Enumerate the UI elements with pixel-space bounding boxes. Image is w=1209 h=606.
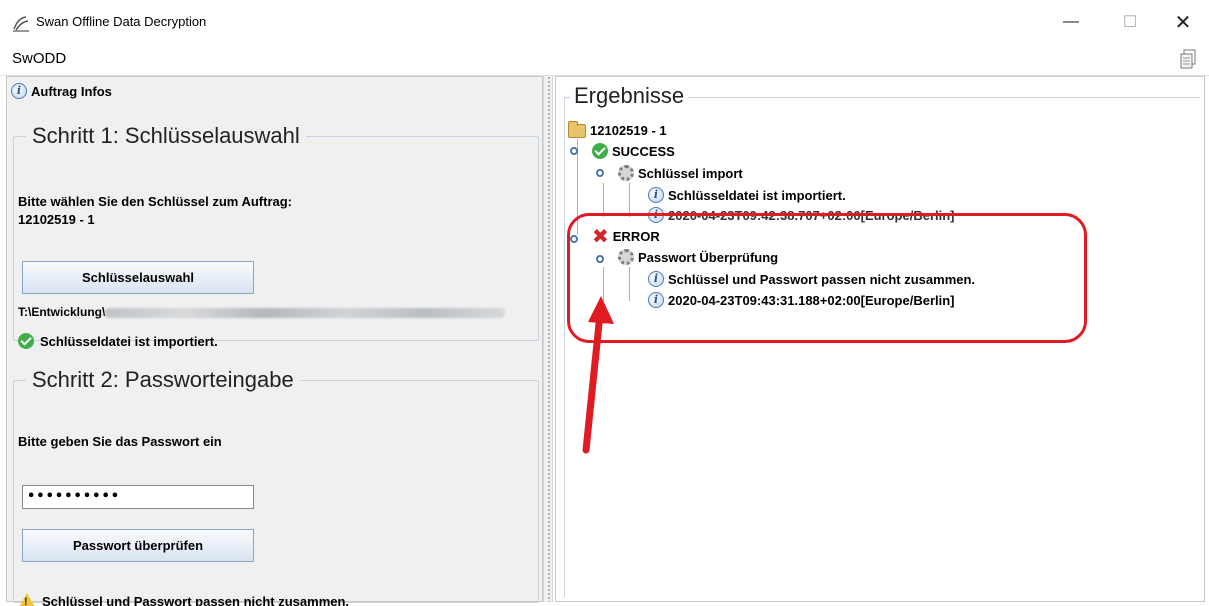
step1-section: Schritt 1: Schlüsselauswahl Bitte wählen… [13,123,539,349]
app-header: SwODD [0,44,1209,76]
gear-icon [618,165,634,181]
results-legend: Ergebnisse [570,83,689,109]
maximize-button[interactable]: ☐ [1112,10,1148,34]
tree-success[interactable]: SUCCESS [592,143,675,159]
warning-icon: ! [18,593,36,606]
key-select-button[interactable]: Schlüsselauswahl [22,261,254,294]
tree-line [603,183,604,217]
folder-icon [568,120,586,138]
close-button[interactable]: ✕ [1165,10,1201,34]
tree-key-import-msg-label: Schlüsseldatei ist importiert. [668,187,846,203]
step2-legend: Schritt 2: Passworteingabe [32,367,294,392]
info-icon: i [11,83,27,99]
window-title: Swan Offline Data Decryption [36,14,207,29]
copy-document-icon[interactable] [1178,48,1198,70]
red-highlight-annotation [567,213,1087,343]
tree-line [629,183,630,217]
redacted-path [105,307,506,318]
split-pane-divider[interactable] [543,76,553,602]
success-check-icon [18,333,34,349]
tree-key-import-label: Schlüssel import [638,165,743,181]
key-status-text: Schlüsseldatei ist importiert. [40,333,218,349]
tree-key-import[interactable]: Schlüssel import [618,165,743,181]
key-file-path-prefix: T:\Entwicklung\ [18,305,106,319]
tree-root-label: 12102519 - 1 [590,123,667,138]
step2-prompt: Bitte geben Sie das Passwort ein [18,434,222,449]
splitter-grip [547,76,551,602]
auftrag-infos[interactable]: i Auftrag Infos [11,83,112,99]
tree-success-label: SUCCESS [612,143,675,159]
tree-key-import-msg[interactable]: i Schlüsseldatei ist importiert. [648,187,846,203]
expand-toggle-icon[interactable] [570,147,578,155]
left-panel: i Auftrag Infos Schritt 1: Schlüsselausw… [6,76,543,606]
step1-order-number: 12102519 - 1 [18,212,95,227]
password-warning-text: Schlüssel und Passwort passen nicht zusa… [42,593,350,606]
step1-legend: Schritt 1: Schlüsselauswahl [32,123,300,148]
auftrag-infos-label: Auftrag Infos [31,83,112,99]
step1-prompt-line1: Bitte wählen Sie den Schlüssel zum Auftr… [18,194,293,209]
results-border-left [564,97,565,597]
app-short-name: SwODD [12,50,67,67]
check-password-button[interactable]: Passwort überprüfen [22,529,254,562]
password-warning: ! Schlüssel und Passwort passen nicht zu… [18,593,349,606]
minimize-button[interactable]: — [1053,10,1089,34]
info-icon: i [648,187,664,203]
red-arrow-annotation [582,296,614,454]
success-check-icon [592,143,608,159]
expand-toggle-icon[interactable] [596,169,604,177]
key-file-path: T:\Entwicklung\ [18,305,506,319]
key-status: Schlüsseldatei ist importiert. [18,333,218,349]
password-field[interactable]: •••••••••• [22,485,254,509]
step1-prompt: Bitte wählen Sie den Schlüssel zum Auftr… [18,193,292,229]
swan-app-icon [13,16,29,32]
title-bar: Swan Offline Data Decryption — ☐ ✕ [0,0,1209,44]
tree-root[interactable]: 12102519 - 1 [568,120,667,138]
step2-section: Schritt 2: Passworteingabe Bitte geben S… [13,367,539,606]
